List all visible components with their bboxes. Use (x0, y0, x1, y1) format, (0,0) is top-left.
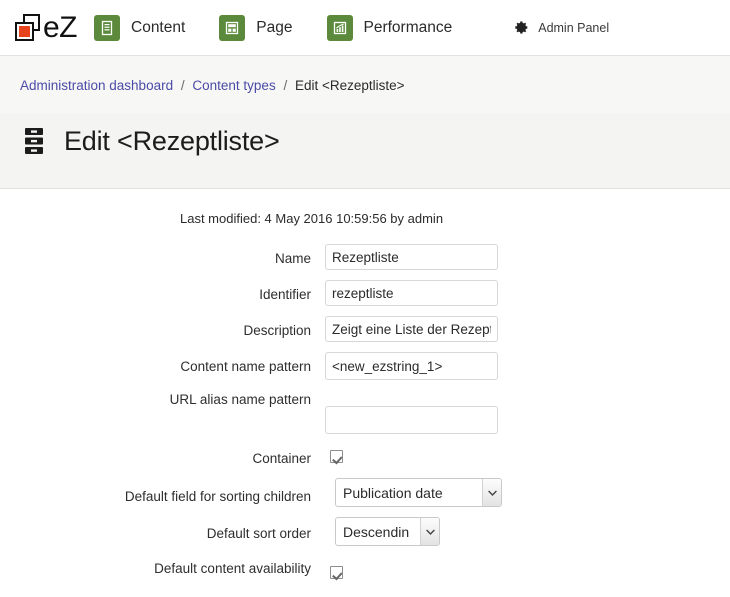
last-modified-text: Last modified: 4 May 2016 10:59:56 by ad… (180, 211, 444, 226)
default-sort-order-select-wrapper: Descending (335, 517, 440, 546)
breadcrumb-item-current: Edit <Rezeptliste> (295, 78, 405, 93)
field-row-name: Name (0, 244, 730, 270)
container-checkbox[interactable] (330, 450, 343, 463)
field-row-url-alias-name-pattern: URL alias name pattern (0, 390, 730, 434)
identifier-input[interactable] (325, 280, 498, 306)
default-sort-field-select-wrapper: Publication date (335, 478, 502, 507)
field-label-container: Container (252, 451, 311, 466)
breadcrumb-separator: / (283, 78, 288, 93)
field-label-default-sort-order: Default sort order (206, 526, 311, 541)
edit-content-type-form: Last modified: 4 May 2016 10:59:56 by ad… (0, 189, 730, 579)
admin-panel-link[interactable]: Admin Panel (512, 19, 609, 36)
document-icon (94, 14, 120, 41)
nav-item-content[interactable]: Content (94, 14, 186, 41)
field-row-identifier: Identifier (0, 280, 730, 306)
nav-item-content-label: Content (131, 18, 186, 36)
breadcrumb-item-content-types[interactable]: Content types (192, 78, 275, 93)
breadcrumb-separator: / (180, 78, 185, 93)
field-label-identifier: Identifier (259, 287, 311, 302)
chart-icon (326, 14, 353, 41)
nav-item-performance-label: Performance (363, 18, 453, 36)
default-content-availability-checkbox[interactable] (330, 566, 343, 579)
field-label-default-content-availability: Default content availability (154, 561, 311, 576)
description-input[interactable] (325, 316, 498, 342)
ez-logo-mark (14, 13, 44, 43)
field-row-description: Description (0, 316, 730, 342)
nav-item-performance[interactable]: Performance (326, 14, 453, 41)
top-navigation-bar: eZ Content Page Performance Admin Panel (0, 0, 730, 56)
field-row-default-sort-order: Default sort order Descending (0, 517, 730, 546)
field-row-content-name-pattern: Content name pattern (0, 352, 730, 380)
field-label-content-name-pattern: Content name pattern (180, 359, 311, 374)
breadcrumb-item-administration-dashboard[interactable]: Administration dashboard (20, 78, 173, 93)
field-row-default-sort-field: Default field for sorting children Publi… (0, 478, 730, 507)
nav-item-page-label: Page (256, 18, 293, 36)
content-name-pattern-input[interactable] (325, 352, 498, 380)
page-title: Edit <Rezeptliste> (64, 126, 280, 156)
gear-icon (512, 19, 529, 36)
nav-item-page[interactable]: Page (219, 14, 293, 41)
name-input[interactable] (325, 244, 498, 270)
field-label-default-sort-field: Default field for sorting children (124, 489, 311, 504)
breadcrumb: Administration dashboard / Content types… (0, 56, 730, 113)
url-alias-name-pattern-input[interactable] (325, 406, 498, 434)
admin-panel-label: Admin Panel (538, 20, 610, 35)
ez-logo-text: eZ (43, 10, 78, 44)
default-sort-field-select[interactable]: Publication date (335, 478, 502, 507)
field-label-url-alias-name-pattern: URL alias name pattern (169, 392, 311, 407)
page-title-band: Edit <Rezeptliste> (0, 113, 730, 189)
field-label-name: Name (274, 251, 311, 266)
field-row-container: Container (0, 444, 730, 468)
logo-square-accent-icon (19, 25, 30, 37)
field-label-description: Description (243, 323, 311, 338)
ez-logo[interactable]: eZ (14, 10, 78, 45)
layout-icon (219, 14, 246, 41)
content-type-icon (20, 126, 48, 158)
field-row-default-content-availability: Default content availability (0, 556, 730, 579)
default-sort-order-select[interactable]: Descending (335, 517, 440, 546)
